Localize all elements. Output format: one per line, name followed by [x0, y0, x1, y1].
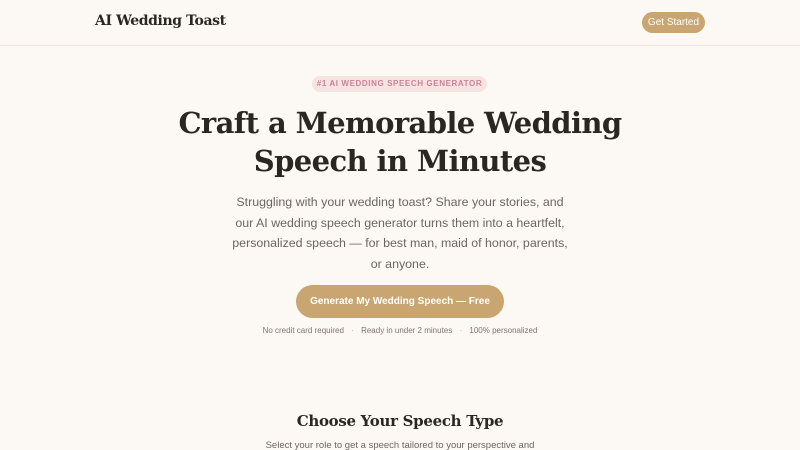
- perk-personalized: 100% personalized: [469, 326, 538, 335]
- hero-subtitle: Struggling with your wedding toast? Shar…: [232, 195, 568, 271]
- perk-ready-fast: Ready in under 2 minutes: [361, 326, 453, 335]
- generate-speech-button[interactable]: Generate My Wedding Speech — Free: [296, 285, 504, 318]
- site-logo[interactable]: AI Wedding Toast: [95, 13, 226, 29]
- landing-page: AI Wedding Toast Get Started #1 AI WEDDI…: [0, 0, 800, 450]
- speech-type-section-subtitle: Select your role to get a speech tailore…: [265, 440, 535, 450]
- hero-perks: No credit card required · Ready in under…: [200, 326, 600, 335]
- site-header: AI Wedding Toast Get Started: [0, 0, 800, 46]
- hero-title-line-1: Craft a Memorable Wedding: [178, 106, 622, 140]
- perk-separator: ·: [459, 326, 463, 335]
- hero-title: Craft a Memorable Wedding Speech in Minu…: [150, 104, 650, 180]
- hero-title-line-2: Speech in Minutes: [253, 144, 547, 178]
- get-started-button[interactable]: Get Started: [642, 12, 705, 33]
- speech-type-section-title: Choose Your Speech Type: [296, 412, 504, 430]
- perk-no-credit-card: No credit card required: [262, 326, 344, 335]
- perk-separator: ·: [351, 326, 354, 335]
- hero-badge: #1 AI WEDDING SPEECH GENERATOR: [312, 76, 487, 92]
